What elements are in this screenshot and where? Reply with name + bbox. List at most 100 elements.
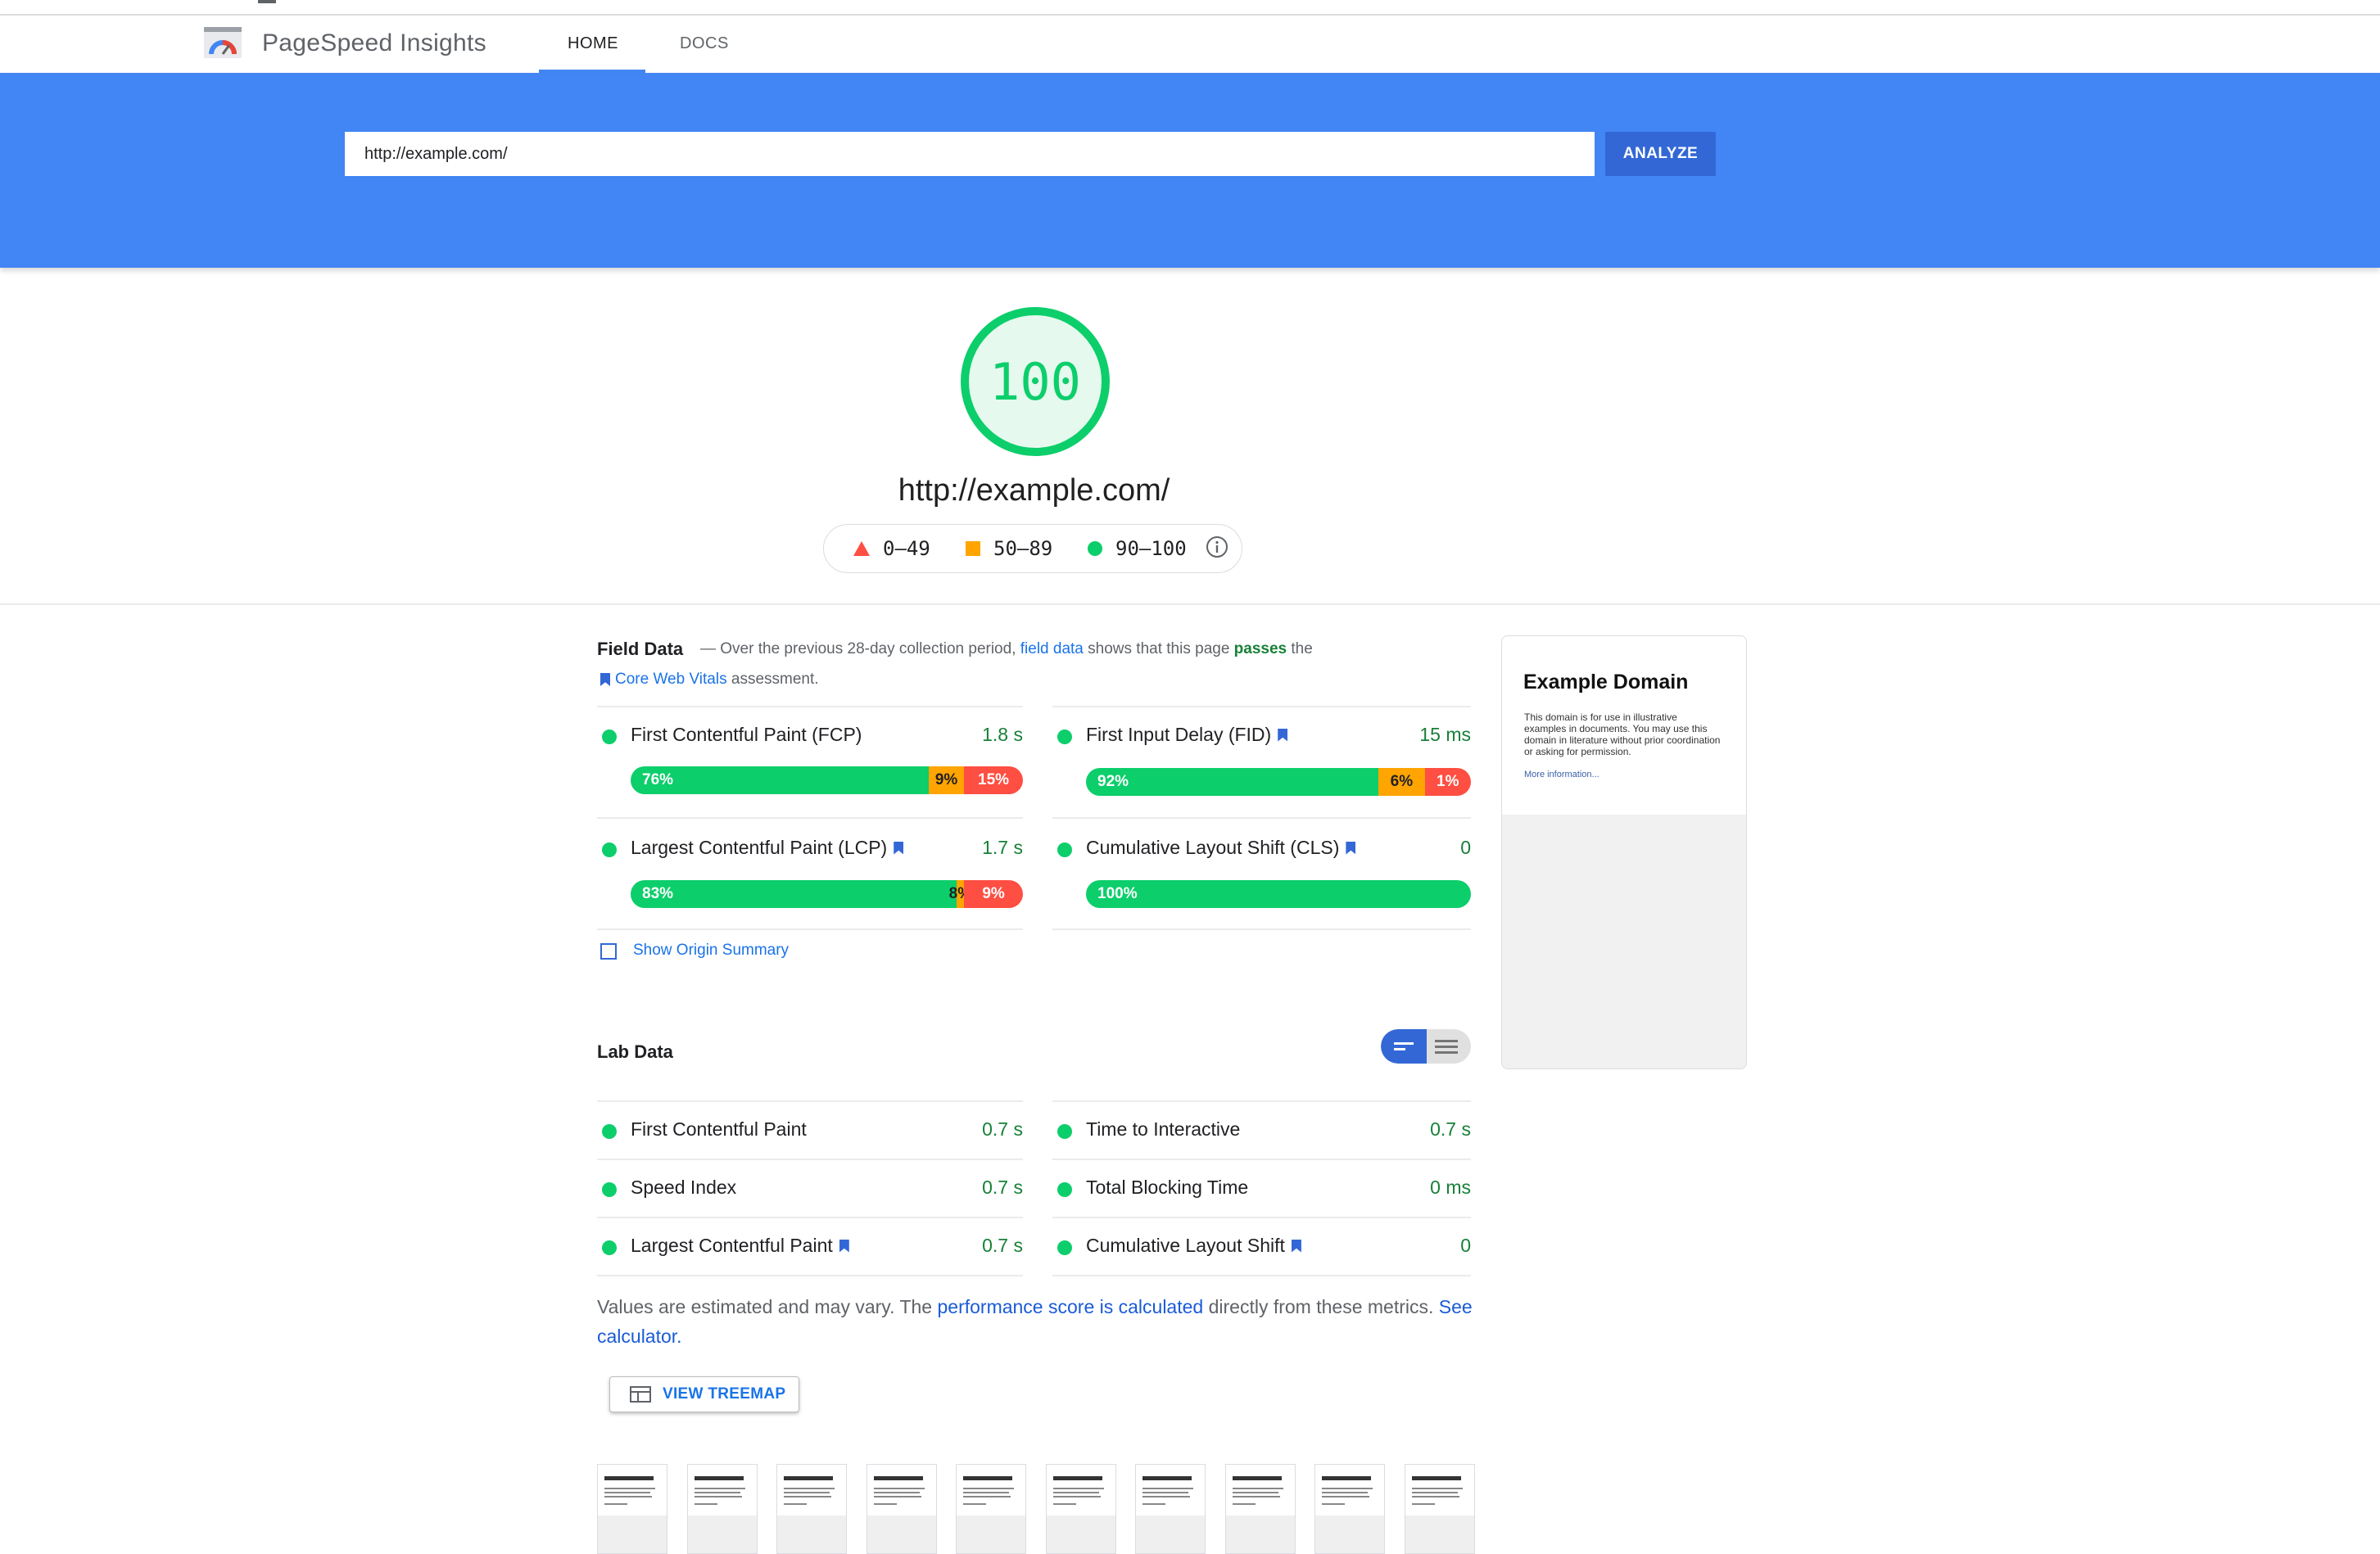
frame-line	[784, 1496, 831, 1498]
filmstrip-frame	[776, 1464, 847, 1554]
url-input[interactable]	[345, 132, 1595, 176]
info-icon[interactable]	[1206, 535, 1228, 558]
frame-line	[963, 1492, 1009, 1493]
performance-score-link[interactable]: performance score is calculated	[937, 1296, 1203, 1317]
pass-dot-icon	[1057, 1124, 1072, 1139]
lab-metric-name: Speed Index	[631, 1177, 737, 1198]
dist-good: 92%	[1086, 768, 1379, 796]
frame-line	[694, 1496, 742, 1498]
frame-line	[963, 1503, 986, 1505]
field-data-description-line2: Core Web Vitals assessment.	[600, 671, 819, 689]
show-origin-summary-checkbox[interactable]	[600, 943, 617, 960]
dist-poor: 1%	[1424, 768, 1471, 796]
pass-dot-icon	[1057, 1182, 1072, 1197]
frame-page	[957, 1465, 1025, 1516]
pass-dot-icon	[602, 1124, 617, 1139]
toggle-summary-view[interactable]	[1381, 1029, 1427, 1064]
field-metric-value: 1.7 s	[982, 837, 1023, 858]
lab-metric-value: 0 ms	[1430, 1177, 1471, 1198]
view-treemap-button[interactable]: VIEW TREEMAP	[609, 1376, 799, 1412]
analyze-button[interactable]: ANALYZE	[1605, 132, 1716, 176]
frame-line	[1322, 1488, 1373, 1489]
green-circle-icon	[1088, 541, 1102, 556]
final-screenshot: Example Domain This domain is for use in…	[1501, 635, 1747, 1069]
score-legend: 0–49 50–89 90–100	[823, 524, 1242, 573]
frame-line	[1232, 1496, 1280, 1498]
bookmark-icon	[600, 673, 610, 686]
row-divider	[597, 928, 1023, 930]
row-divider	[1052, 817, 1471, 819]
dist-good: 100%	[1086, 880, 1471, 908]
legend-pass: 90–100	[1088, 537, 1187, 560]
lab-data-title: Lab Data	[597, 1041, 673, 1062]
filmstrip-frame	[1045, 1464, 1116, 1554]
legend-average: 50–89	[966, 537, 1052, 560]
lab-metric-value: 0.7 s	[982, 1177, 1023, 1198]
dist-good: 83%	[631, 880, 957, 908]
dist-poor: 15%	[964, 766, 1023, 794]
field-metric-name: First Input Delay (FID)	[1086, 724, 1288, 746]
fid-distribution-bar: 92% 6% 1%	[1086, 768, 1471, 796]
field-desc-prefix: — Over the previous 28-day collection pe…	[700, 640, 1016, 657]
row-divider	[597, 1100, 1023, 1102]
frame-page	[777, 1465, 846, 1516]
frame-line	[604, 1492, 650, 1493]
frame-line	[1142, 1488, 1193, 1489]
show-origin-summary-label[interactable]: Show Origin Summary	[633, 942, 789, 960]
frame-heading	[694, 1476, 744, 1480]
lab-metric-value: 0.7 s	[982, 1235, 1023, 1256]
frame-line	[1142, 1503, 1165, 1505]
field-metric-name: First Contentful Paint (FCP)	[631, 724, 862, 746]
filmstrip-frame	[956, 1464, 1026, 1554]
lab-metric-value: 0.7 s	[1430, 1118, 1471, 1140]
fcp-label: First Contentful Paint (FCP)	[631, 724, 862, 745]
passes-text: passes	[1233, 640, 1287, 657]
filmstrip-frame	[597, 1464, 667, 1554]
metric-view-toggle[interactable]	[1381, 1029, 1471, 1064]
lab-metric-name: Cumulative Layout Shift	[1086, 1235, 1301, 1257]
field-data-link[interactable]: field data	[1020, 640, 1084, 657]
summary-view-icon-line	[1394, 1048, 1405, 1050]
list-view-icon[interactable]	[1435, 1040, 1458, 1042]
filmstrip-frame	[1224, 1464, 1296, 1554]
frame-line	[694, 1488, 745, 1489]
list-view-icon-line	[1435, 1046, 1458, 1048]
view-treemap-label: VIEW TREEMAP	[663, 1385, 786, 1403]
row-divider	[597, 706, 1023, 707]
dist-average: 6%	[1378, 768, 1425, 796]
frame-line	[1052, 1488, 1104, 1489]
tab-home[interactable]: HOME	[568, 34, 618, 53]
lab-data-note: Values are estimated and may vary. The p…	[597, 1292, 1473, 1351]
section-divider	[0, 603, 2380, 605]
bookmark-icon	[1291, 1239, 1301, 1253]
core-web-vitals-link[interactable]: Core Web Vitals	[615, 671, 727, 689]
dist-average: 8%	[949, 880, 971, 908]
frame-line	[604, 1503, 627, 1505]
summary-view-icon	[1394, 1042, 1414, 1045]
frame-line	[873, 1496, 921, 1498]
browser-top-strip	[0, 0, 2380, 16]
filmstrip-frame	[1404, 1464, 1475, 1554]
frame-page	[1136, 1465, 1205, 1516]
frame-line	[873, 1503, 897, 1505]
legend-fail-range: 0–49	[883, 537, 930, 560]
frame-line	[784, 1492, 830, 1493]
frame-line	[873, 1492, 920, 1493]
pagespeed-logo-icon[interactable]	[204, 27, 242, 58]
frame-line	[1142, 1496, 1190, 1498]
filmstrip-frame	[1135, 1464, 1206, 1554]
frame-heading	[1052, 1476, 1102, 1480]
field-data-title: Field Data	[597, 639, 684, 659]
frame-page	[866, 1465, 936, 1516]
frame-heading	[1411, 1476, 1461, 1480]
frame-line	[1052, 1503, 1076, 1505]
dist-poor: 9%	[964, 880, 1023, 908]
tab-docs[interactable]: DOCS	[680, 34, 729, 53]
lab-lcp-label: Largest Contentful Paint	[631, 1235, 833, 1256]
frame-heading	[784, 1476, 833, 1480]
frame-line	[1411, 1488, 1463, 1489]
lcp-label: Largest Contentful Paint (LCP)	[631, 837, 888, 858]
field-metric-name: Largest Contentful Paint (LCP)	[631, 837, 904, 859]
screenshot-heading: Example Domain	[1523, 671, 1689, 693]
lcp-distribution-bar: 83% 8% 9%	[631, 880, 1023, 908]
